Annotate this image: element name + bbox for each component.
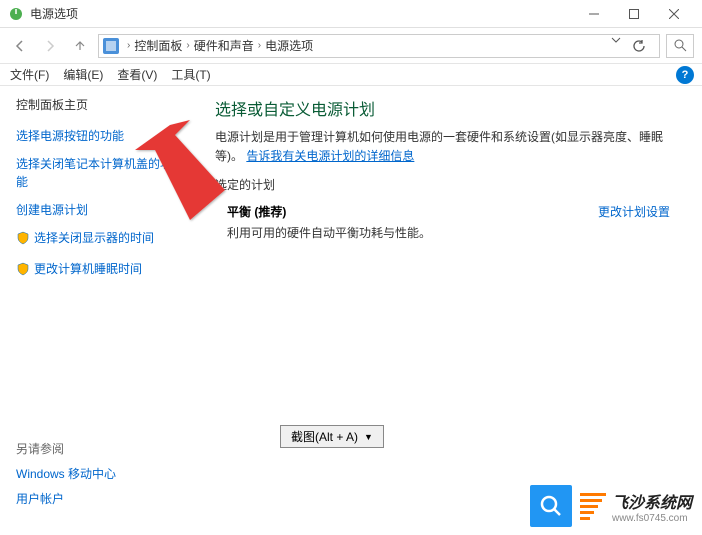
breadcrumb-item[interactable]: 控制面板 [134, 37, 182, 54]
control-panel-icon [103, 38, 119, 54]
sidebar-link-display-off[interactable]: 选择关闭显示器的时间 [16, 229, 179, 250]
sidebar-link-power-button[interactable]: 选择电源按钮的功能 [16, 127, 179, 145]
chevron-down-icon[interactable] [611, 34, 621, 58]
refresh-button[interactable] [627, 34, 651, 58]
chevron-right-icon: › [182, 40, 193, 51]
close-button[interactable] [654, 0, 694, 28]
chevron-right-icon: › [254, 40, 265, 51]
sidebar-home[interactable]: 控制面板主页 [16, 96, 179, 113]
breadcrumb-item[interactable]: 电源选项 [265, 37, 313, 54]
see-also-title: 另请参阅 [16, 440, 116, 457]
help-icon[interactable]: ? [676, 66, 694, 84]
breadcrumb[interactable]: › 控制面板 › 硬件和声音 › 电源选项 [98, 34, 660, 58]
menu-tools[interactable]: 工具(T) [165, 64, 216, 85]
back-button[interactable] [8, 34, 32, 58]
plan-name: 平衡 (推荐) [227, 203, 431, 220]
plan-row: 平衡 (推荐) 利用可用的硬件自动平衡功耗与性能。 更改计划设置 [215, 203, 682, 241]
watermark-logo: 飞沙系统网 www.fs0745.com [580, 489, 692, 524]
see-also-user-accounts[interactable]: 用户帐户 [16, 490, 116, 507]
watermark: 飞沙系统网 www.fs0745.com [530, 485, 692, 527]
chevron-right-icon: › [123, 40, 134, 51]
up-button[interactable] [68, 34, 92, 58]
see-also-mobility-center[interactable]: Windows 移动中心 [16, 465, 116, 482]
sidebar-link-sleep-time[interactable]: 更改计算机睡眠时间 [16, 260, 179, 281]
see-also-section: 另请参阅 Windows 移动中心 用户帐户 [16, 440, 116, 515]
watermark-brand: 飞沙系统网 [612, 489, 692, 513]
sidebar-link-create-plan[interactable]: 创建电源计划 [16, 201, 179, 219]
page-description: 电源计划是用于管理计算机如何使用电源的一套硬件和系统设置(如显示器亮度、睡眠等)… [215, 128, 682, 166]
window-title: 电源选项 [30, 5, 574, 22]
sidebar-item-label: 选择关闭显示器的时间 [34, 229, 154, 247]
page-title: 选择或自定义电源计划 [215, 96, 682, 120]
watermark-url: www.fs0745.com [612, 513, 692, 524]
logo-bars-icon [580, 493, 606, 520]
screenshot-button[interactable]: 截图(Alt + A) ▼ [280, 425, 384, 448]
chevron-down-icon: ▼ [364, 432, 373, 442]
minimize-button[interactable] [574, 0, 614, 28]
app-icon [8, 6, 24, 22]
menu-edit[interactable]: 编辑(E) [57, 64, 109, 85]
change-plan-settings-link[interactable]: 更改计划设置 [598, 203, 670, 220]
menubar: 文件(F) 编辑(E) 查看(V) 工具(T) ? [0, 64, 702, 86]
search-button[interactable] [666, 34, 694, 58]
plan-description: 利用可用的硬件自动平衡功耗与性能。 [227, 224, 431, 241]
shield-icon [16, 262, 30, 281]
menu-file[interactable]: 文件(F) [4, 64, 55, 85]
titlebar: 电源选项 [0, 0, 702, 28]
forward-button[interactable] [38, 34, 62, 58]
shield-icon [16, 231, 30, 250]
navbar: › 控制面板 › 硬件和声音 › 电源选项 [0, 28, 702, 64]
menu-view[interactable]: 查看(V) [111, 64, 163, 85]
sidebar-link-lid-close[interactable]: 选择关闭笔记本计算机盖的功能 [16, 155, 179, 191]
section-label: 选定的计划 [215, 176, 682, 193]
desc-link[interactable]: 告诉我有关电源计划的详细信息 [246, 149, 414, 163]
screenshot-label: 截图(Alt + A) [291, 428, 358, 445]
breadcrumb-item[interactable]: 硬件和声音 [194, 37, 254, 54]
main: 选择或自定义电源计划 电源计划是用于管理计算机如何使用电源的一套硬件和系统设置(… [195, 86, 702, 535]
search-icon [530, 485, 572, 527]
maximize-button[interactable] [614, 0, 654, 28]
sidebar-item-label: 更改计算机睡眠时间 [34, 260, 142, 278]
